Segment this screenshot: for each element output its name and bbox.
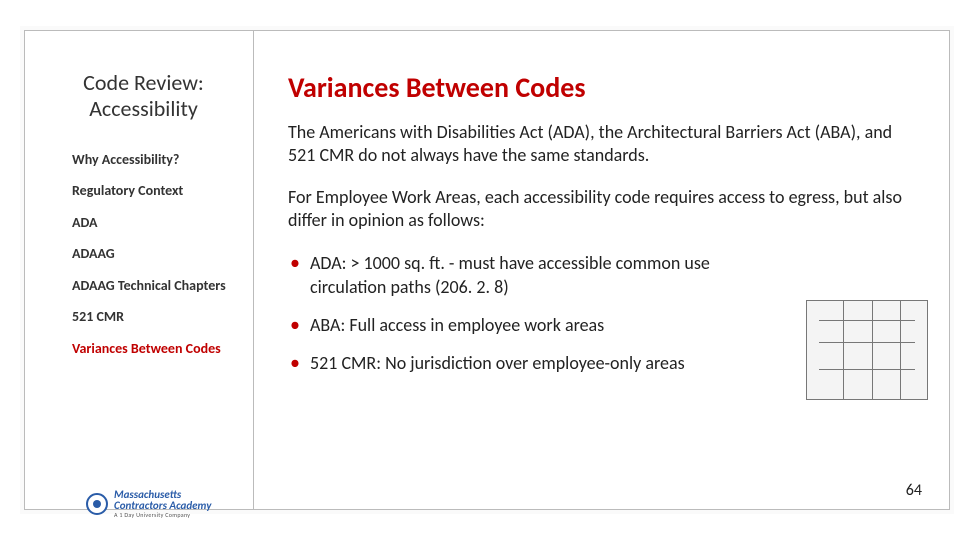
- main-area: Variances Between Codes The Americans wi…: [254, 30, 950, 510]
- intro-paragraph-1: The Americans with Disabilities Act (ADA…: [288, 121, 920, 168]
- sidebar-nav: Why Accessibility? Regulatory Context AD…: [72, 151, 235, 358]
- page-number: 64: [906, 481, 922, 500]
- sidebar: Code Review: Accessibility Why Accessibi…: [24, 30, 254, 510]
- nav-item-regulatory-context[interactable]: Regulatory Context: [72, 182, 235, 200]
- floor-plan-thumbnail: [806, 300, 928, 400]
- intro-paragraph-2: For Employee Work Areas, each accessibil…: [288, 186, 920, 233]
- nav-item-variances-between-codes[interactable]: Variances Between Codes: [72, 340, 235, 358]
- logo-line2: Contractors Academy: [114, 500, 211, 511]
- nav-item-adaag-technical-chapters[interactable]: ADAAG Technical Chapters: [72, 277, 235, 295]
- page-title: Variances Between Codes: [288, 70, 920, 105]
- bullet-ada: ADA: > 1000 sq. ft. - must have accessib…: [288, 251, 770, 300]
- sidebar-title-line1: Code Review:: [83, 69, 204, 96]
- slide-content: Code Review: Accessibility Why Accessibi…: [24, 30, 950, 510]
- footer-logo: Massachusetts Contractors Academy A 1 Da…: [86, 489, 211, 518]
- bullet-aba: ABA: Full access in employee work areas: [288, 313, 770, 337]
- slide: Code Review: Accessibility Why Accessibi…: [0, 0, 960, 540]
- logo-badge-icon: [86, 493, 108, 515]
- nav-item-ada[interactable]: ADA: [72, 214, 235, 232]
- logo-text: Massachusetts Contractors Academy A 1 Da…: [114, 489, 211, 518]
- sidebar-title-line2: Accessibility: [89, 95, 198, 122]
- nav-item-why-accessibility[interactable]: Why Accessibility?: [72, 151, 235, 169]
- logo-badge-inner: [93, 500, 101, 508]
- sidebar-title: Code Review: Accessibility: [52, 70, 235, 123]
- nav-item-adaag[interactable]: ADAAG: [72, 245, 235, 263]
- nav-item-521-cmr[interactable]: 521 CMR: [72, 308, 235, 326]
- logo-tagline: A 1 Day University Company: [114, 512, 211, 518]
